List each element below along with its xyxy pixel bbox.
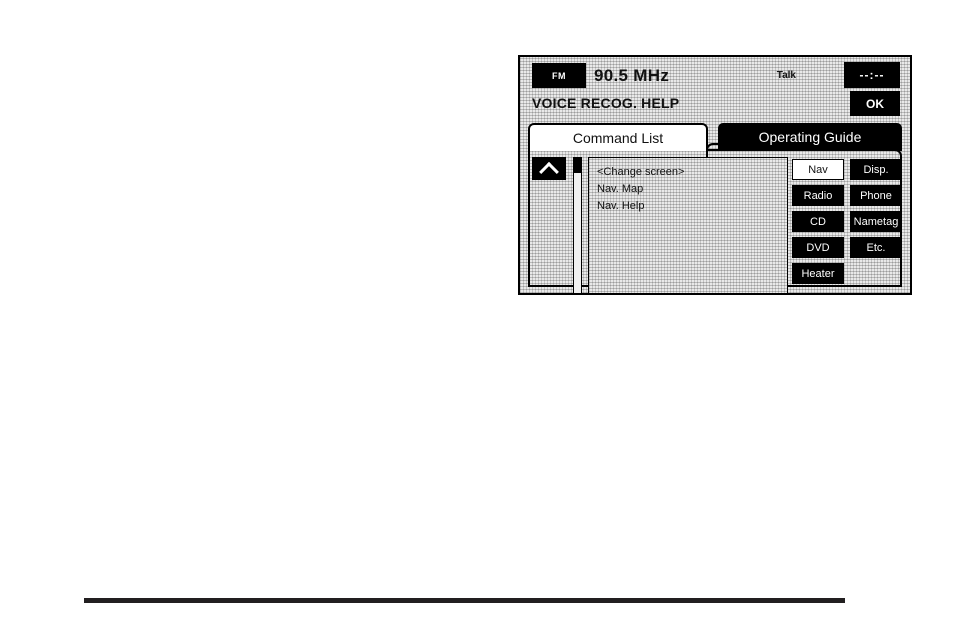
screen-contents: FM 90.5 MHz Talk --:-- VOICE RECOG. HELP… [520, 57, 910, 293]
category-button-phone[interactable]: Phone [850, 185, 902, 206]
ok-button[interactable]: OK [850, 91, 900, 116]
tab-panel-notch [706, 143, 720, 157]
list-item[interactable]: <Change screen> [597, 164, 787, 181]
category-button-radio[interactable]: Radio [792, 185, 844, 206]
navigation-head-unit-screen: FM 90.5 MHz Talk --:-- VOICE RECOG. HELP… [518, 55, 912, 295]
list-scrollbar[interactable] [573, 157, 582, 293]
tab-operating-guide[interactable]: Operating Guide [718, 123, 902, 151]
page-footer-rule [84, 598, 845, 603]
category-button-etc[interactable]: Etc. [850, 237, 902, 258]
category-button-heater[interactable]: Heater [792, 263, 844, 284]
category-button-cd[interactable]: CD [792, 211, 844, 232]
category-button-disp[interactable]: Disp. [850, 159, 902, 180]
category-button-nav[interactable]: Nav [792, 159, 844, 180]
scrollbar-thumb[interactable] [574, 157, 581, 173]
list-item[interactable]: Nav. Map [597, 181, 787, 198]
category-button-nametag[interactable]: Nametag [850, 211, 902, 232]
talk-indicator-label: Talk [776, 70, 796, 81]
list-item[interactable]: Nav. Help [597, 198, 787, 215]
chevron-up-icon [539, 161, 559, 182]
clock-display: --:-- [844, 62, 900, 88]
category-keypad: Nav Disp. Radio Phone CD Nametag DVD Etc… [792, 157, 902, 293]
tab-command-list[interactable]: Command List [528, 123, 708, 151]
radio-frequency-label: 90.5 MHz [594, 65, 670, 85]
page-title: VOICE RECOG. HELP [532, 95, 680, 111]
radio-band-badge: FM [532, 63, 586, 88]
scroll-up-button[interactable] [532, 157, 566, 182]
command-list[interactable]: <Change screen> Nav. Map Nav. Help [588, 157, 788, 293]
category-button-dvd[interactable]: DVD [792, 237, 844, 258]
